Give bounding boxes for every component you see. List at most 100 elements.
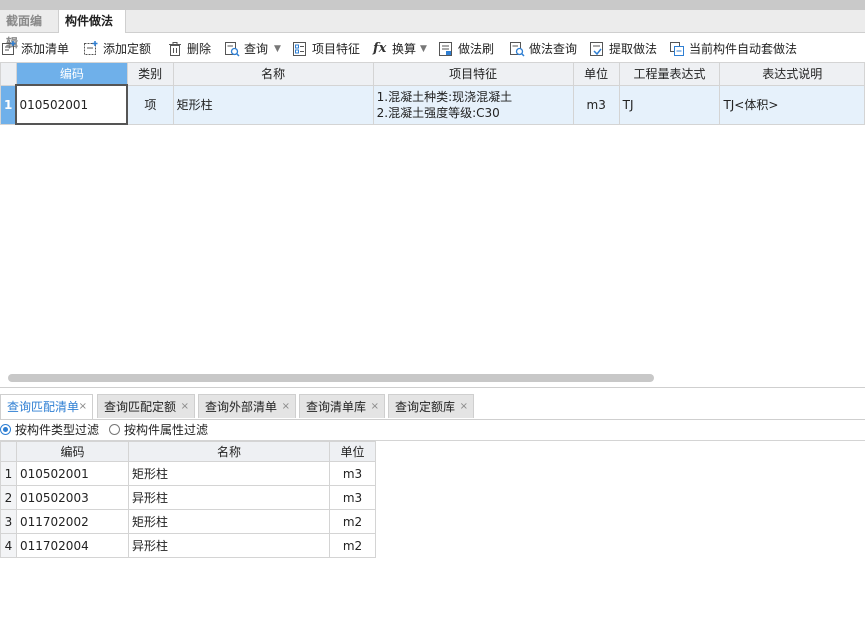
delete-label: 删除 <box>187 42 212 56</box>
feature-line: 1.混凝土种类:现浇混凝土 <box>376 89 513 104</box>
trash-icon <box>169 42 181 56</box>
panel-divider[interactable] <box>0 387 865 388</box>
row-number: 4 <box>0 533 17 558</box>
horizontal-scrollbar[interactable] <box>8 374 654 382</box>
method-query-icon <box>510 42 525 57</box>
tab-query-matching-list[interactable]: 查询匹配清单 × <box>0 394 93 419</box>
table-row[interactable]: 4 011702004 异形柱 m2 <box>0 533 376 558</box>
table-header-row: 编码 名称 单位 <box>0 441 376 462</box>
features-cell[interactable]: 1.混凝土种类:现浇混凝土 2.混凝土强度等级:C30 <box>372 84 574 125</box>
close-icon[interactable]: × <box>282 395 290 419</box>
tab-section-edit[interactable]: 截面编辑 <box>0 10 58 50</box>
radio-unselected-icon <box>109 424 120 435</box>
name-cell[interactable]: 矩形柱 <box>128 509 330 534</box>
tab-label: 查询匹配清单 <box>7 400 80 414</box>
add-list-button[interactable]: 添加清单 <box>1 37 75 61</box>
category-cell[interactable]: 项 <box>126 84 174 125</box>
filter-by-type-radio[interactable]: 按构件类型过滤 <box>0 422 104 439</box>
tab-component-method[interactable]: 构件做法 <box>58 10 126 33</box>
column-header-unit[interactable]: 单位 <box>329 441 376 462</box>
chevron-down-icon: ▼ <box>274 44 281 54</box>
feature-line: 2.混凝土强度等级:C30 <box>376 105 500 120</box>
close-icon[interactable]: × <box>181 395 189 419</box>
column-header-code[interactable]: 编码 <box>15 62 128 86</box>
auto-apply-icon <box>670 42 684 56</box>
row-number[interactable]: 1 <box>0 84 17 125</box>
tab-query-list-library[interactable]: 查询清单库 × <box>299 394 385 418</box>
table-row[interactable]: 2 010502003 异形柱 m3 <box>0 485 376 510</box>
auto-apply-method-button[interactable]: 当前构件自动套做法 <box>669 37 809 61</box>
tab-label: 查询外部清单 <box>205 400 278 414</box>
query-dropdown[interactable]: 查询 ▼ <box>224 37 284 61</box>
unit-cell[interactable]: m3 <box>329 485 376 510</box>
extract-method-label: 提取做法 <box>609 42 658 56</box>
name-cell[interactable]: 异形柱 <box>128 533 330 558</box>
convert-label: 换算 <box>392 42 417 56</box>
row-number: 1 <box>0 461 17 486</box>
tab-label: 查询定额库 <box>395 400 456 414</box>
table-header-row: 编码 类别 名称 项目特征 单位 工程量表达式 表达式说明 <box>0 62 865 86</box>
function-icon: fx <box>373 41 387 56</box>
extract-icon <box>590 42 603 56</box>
method-brush-button[interactable]: 做法刷 <box>438 37 498 61</box>
corner-cell <box>0 62 17 86</box>
column-header-category[interactable]: 类别 <box>126 62 174 86</box>
expression-cell[interactable]: TJ <box>618 84 721 125</box>
close-icon[interactable]: × <box>460 395 468 419</box>
extract-method-button[interactable]: 提取做法 <box>589 37 661 61</box>
unit-cell[interactable]: m3 <box>572 84 620 125</box>
brush-icon <box>439 42 452 56</box>
delete-button[interactable]: 删除 <box>167 37 215 61</box>
code-cell[interactable]: 011702002 <box>16 509 129 534</box>
code-cell[interactable]: 010502001 <box>15 84 129 125</box>
chevron-down-icon: ▼ <box>420 44 427 54</box>
filter-by-attr-radio[interactable]: 按构件属性过滤 <box>109 422 213 439</box>
filter-by-attr-label: 按构件属性过滤 <box>124 423 209 437</box>
column-header-name[interactable]: 名称 <box>128 441 330 462</box>
column-header-unit[interactable]: 单位 <box>572 62 620 86</box>
method-query-label: 做法查询 <box>529 42 578 56</box>
filter-by-type-label: 按构件类型过滤 <box>15 423 100 437</box>
query-result-table: 编码 名称 单位 1 010502001 矩形柱 m3 2 010502003 … <box>0 441 376 558</box>
radio-selected-icon <box>0 424 11 435</box>
tab-query-matching-quota[interactable]: 查询匹配定额 × <box>97 394 195 418</box>
convert-dropdown[interactable]: fx 换算 ▼ <box>372 37 428 61</box>
auto-apply-method-label: 当前构件自动套做法 <box>689 42 798 56</box>
filter-options: 按构件类型过滤 按构件属性过滤 <box>0 421 865 441</box>
row-number: 3 <box>0 509 17 534</box>
item-feature-button[interactable]: 项目特征 <box>292 37 362 61</box>
add-list-icon <box>2 41 16 55</box>
name-cell[interactable]: 异形柱 <box>128 485 330 510</box>
unit-cell[interactable]: m3 <box>329 461 376 486</box>
close-icon[interactable]: × <box>371 395 379 419</box>
column-header-name[interactable]: 名称 <box>172 62 374 86</box>
close-icon[interactable]: × <box>79 395 87 419</box>
column-header-code[interactable]: 编码 <box>16 441 129 462</box>
code-cell[interactable]: 010502001 <box>16 461 129 486</box>
code-cell[interactable]: 011702004 <box>16 533 129 558</box>
unit-cell[interactable]: m2 <box>329 533 376 558</box>
add-quota-button[interactable]: 添加定额 <box>83 37 159 61</box>
column-header-expression-desc[interactable]: 表达式说明 <box>719 62 865 86</box>
feature-icon <box>293 42 306 56</box>
unit-cell[interactable]: m2 <box>329 509 376 534</box>
toolbar: 添加清单 添加定额 删除 查询 ▼ 项目特征 fx 换算 ▼ 做法刷 做法查询 … <box>0 37 865 61</box>
code-cell[interactable]: 010502003 <box>16 485 129 510</box>
table-row[interactable]: 3 011702002 矩形柱 m2 <box>0 509 376 534</box>
tab-query-quota-library[interactable]: 查询定额库 × <box>388 394 474 418</box>
table-row[interactable]: 1 010502001 项 矩形柱 1.混凝土种类:现浇混凝土 2.混凝土强度等… <box>0 84 865 125</box>
method-table: 编码 类别 名称 项目特征 单位 工程量表达式 表达式说明 1 01050200… <box>0 62 865 125</box>
expression-desc-cell[interactable]: TJ<体积> <box>719 84 865 125</box>
name-cell[interactable]: 矩形柱 <box>172 84 374 125</box>
column-header-features[interactable]: 项目特征 <box>372 62 574 86</box>
method-query-button[interactable]: 做法查询 <box>509 37 581 61</box>
add-list-label: 添加清单 <box>21 42 70 56</box>
name-cell[interactable]: 矩形柱 <box>128 461 330 486</box>
corner-cell <box>0 441 17 462</box>
query-label: 查询 <box>244 42 269 56</box>
table-row[interactable]: 1 010502001 矩形柱 m3 <box>0 461 376 486</box>
column-header-expression[interactable]: 工程量表达式 <box>618 62 721 86</box>
tab-label: 查询清单库 <box>306 400 367 414</box>
tab-query-external-list[interactable]: 查询外部清单 × <box>198 394 296 418</box>
query-icon <box>225 42 240 57</box>
